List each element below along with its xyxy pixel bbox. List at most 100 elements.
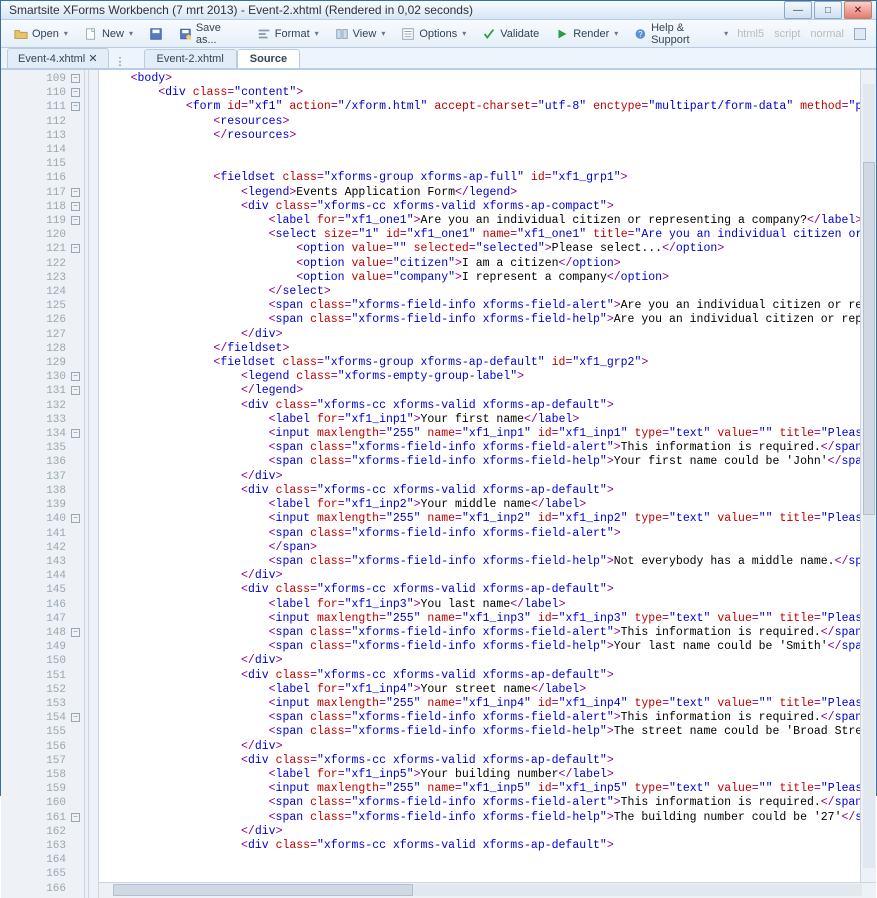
fold-toggle-icon[interactable]: − <box>71 386 80 395</box>
line-number[interactable]: 110− <box>1 86 84 100</box>
line-number[interactable]: 157 <box>1 754 84 768</box>
help-button[interactable]: ? Help & Support▾ <box>627 19 735 49</box>
maximize-button[interactable]: □ <box>814 1 842 19</box>
line-number[interactable]: 116 <box>1 171 84 185</box>
line-number[interactable]: 131− <box>1 384 84 398</box>
fold-toggle-icon[interactable]: − <box>71 202 80 211</box>
line-number[interactable]: 149 <box>1 640 84 654</box>
fold-toggle-icon[interactable]: − <box>71 429 80 438</box>
line-number[interactable]: 112 <box>1 115 84 129</box>
line-number[interactable]: 129 <box>1 356 84 370</box>
line-number[interactable]: 128 <box>1 342 84 356</box>
line-number[interactable]: 127 <box>1 328 84 342</box>
line-number[interactable]: 164 <box>1 853 84 867</box>
saveas-button[interactable]: Save as... <box>172 19 248 49</box>
line-number-gutter[interactable]: 109−110−111−112113114115116117−118−119−1… <box>1 70 85 898</box>
line-number[interactable]: 126 <box>1 313 84 327</box>
line-number[interactable]: 132 <box>1 399 84 413</box>
fold-toggle-icon[interactable]: − <box>71 628 80 637</box>
line-number[interactable]: 153 <box>1 697 84 711</box>
line-number[interactable]: 162 <box>1 825 84 839</box>
line-number[interactable]: 158 <box>1 768 84 782</box>
line-number[interactable]: 120 <box>1 228 84 242</box>
fold-toggle-icon[interactable]: − <box>71 216 80 225</box>
line-number[interactable]: 118− <box>1 200 84 214</box>
validate-button[interactable]: Validate <box>475 24 546 44</box>
fold-toggle-icon[interactable]: − <box>71 514 80 523</box>
tab-overflow-icon[interactable]: ⋮ <box>115 55 126 68</box>
line-number[interactable]: 160 <box>1 796 84 810</box>
line-number[interactable]: 135 <box>1 441 84 455</box>
line-number[interactable]: 133 <box>1 413 84 427</box>
new-button[interactable]: New▾ <box>77 24 140 44</box>
render-button[interactable]: Render▾ <box>548 24 625 44</box>
line-number[interactable]: 121− <box>1 242 84 256</box>
fold-toggle-icon[interactable]: − <box>71 372 80 381</box>
line-number[interactable]: 141 <box>1 527 84 541</box>
line-number[interactable]: 117− <box>1 186 84 200</box>
fold-toggle-icon[interactable]: − <box>71 88 80 97</box>
scroll-thumb[interactable] <box>863 162 875 515</box>
view-button[interactable]: View▾ <box>328 24 393 44</box>
line-number[interactable]: 150 <box>1 654 84 668</box>
line-number[interactable]: 146 <box>1 598 84 612</box>
tab-document[interactable]: Event-2.xhtml <box>144 49 237 68</box>
mode-normal[interactable]: normal <box>810 28 844 40</box>
line-number[interactable]: 140− <box>1 512 84 526</box>
palette-icon[interactable] <box>854 28 866 40</box>
line-number[interactable]: 166 <box>1 882 84 896</box>
line-number[interactable]: 138 <box>1 484 84 498</box>
options-button[interactable]: Options▾ <box>394 24 473 44</box>
line-number[interactable]: 161− <box>1 811 84 825</box>
line-number[interactable]: 148− <box>1 626 84 640</box>
code-editor[interactable]: <body> <div class="content"> <form id="x… <box>99 70 860 882</box>
open-button[interactable]: Open▾ <box>7 24 75 44</box>
close-icon[interactable]: ✕ <box>88 53 97 65</box>
tab-event4[interactable]: Event-4.xhtml ✕ <box>7 48 109 68</box>
fold-toggle-icon[interactable]: − <box>71 713 80 722</box>
tab-source[interactable]: Source <box>237 49 300 68</box>
line-number[interactable]: 156 <box>1 740 84 754</box>
fold-toggle-icon[interactable]: − <box>71 74 80 83</box>
save-button[interactable] <box>142 24 170 44</box>
mode-script[interactable]: script <box>774 28 800 40</box>
vertical-scrollbar[interactable] <box>860 70 876 882</box>
fold-toggle-icon[interactable]: − <box>71 244 80 253</box>
line-number[interactable]: 154− <box>1 711 84 725</box>
line-number[interactable]: 114 <box>1 143 84 157</box>
line-number[interactable]: 122 <box>1 257 84 271</box>
line-number[interactable]: 125 <box>1 299 84 313</box>
line-number[interactable]: 142 <box>1 541 84 555</box>
line-number[interactable]: 155 <box>1 725 84 739</box>
line-number[interactable]: 134− <box>1 427 84 441</box>
scroll-thumb[interactable] <box>113 884 413 896</box>
fold-toggle-icon[interactable]: − <box>71 813 80 822</box>
line-number[interactable]: 144 <box>1 569 84 583</box>
line-number[interactable]: 115 <box>1 157 84 171</box>
line-number[interactable]: 109− <box>1 72 84 86</box>
format-button[interactable]: Format▾ <box>250 24 326 44</box>
fold-toggle-icon[interactable]: − <box>71 102 80 111</box>
line-number[interactable]: 147 <box>1 612 84 626</box>
line-number[interactable]: 165 <box>1 867 84 881</box>
line-number[interactable]: 143 <box>1 555 84 569</box>
line-number[interactable]: 145 <box>1 583 84 597</box>
line-number[interactable]: 111− <box>1 100 84 114</box>
line-number[interactable]: 137 <box>1 470 84 484</box>
line-number[interactable]: 159 <box>1 782 84 796</box>
minimize-button[interactable]: — <box>784 1 812 19</box>
mode-html5[interactable]: html5 <box>737 28 764 40</box>
close-button[interactable]: ✕ <box>844 1 872 19</box>
line-number[interactable]: 123 <box>1 271 84 285</box>
line-number[interactable]: 119− <box>1 214 84 228</box>
line-number[interactable]: 152 <box>1 683 84 697</box>
horizontal-scrollbar[interactable] <box>99 882 876 898</box>
line-number[interactable]: 151 <box>1 669 84 683</box>
line-number[interactable]: 124 <box>1 285 84 299</box>
line-number[interactable]: 136 <box>1 455 84 469</box>
line-number[interactable]: 130− <box>1 370 84 384</box>
line-number[interactable]: 163 <box>1 839 84 853</box>
fold-toggle-icon[interactable]: − <box>71 188 80 197</box>
line-number[interactable]: 113 <box>1 129 84 143</box>
line-number[interactable]: 139 <box>1 498 84 512</box>
